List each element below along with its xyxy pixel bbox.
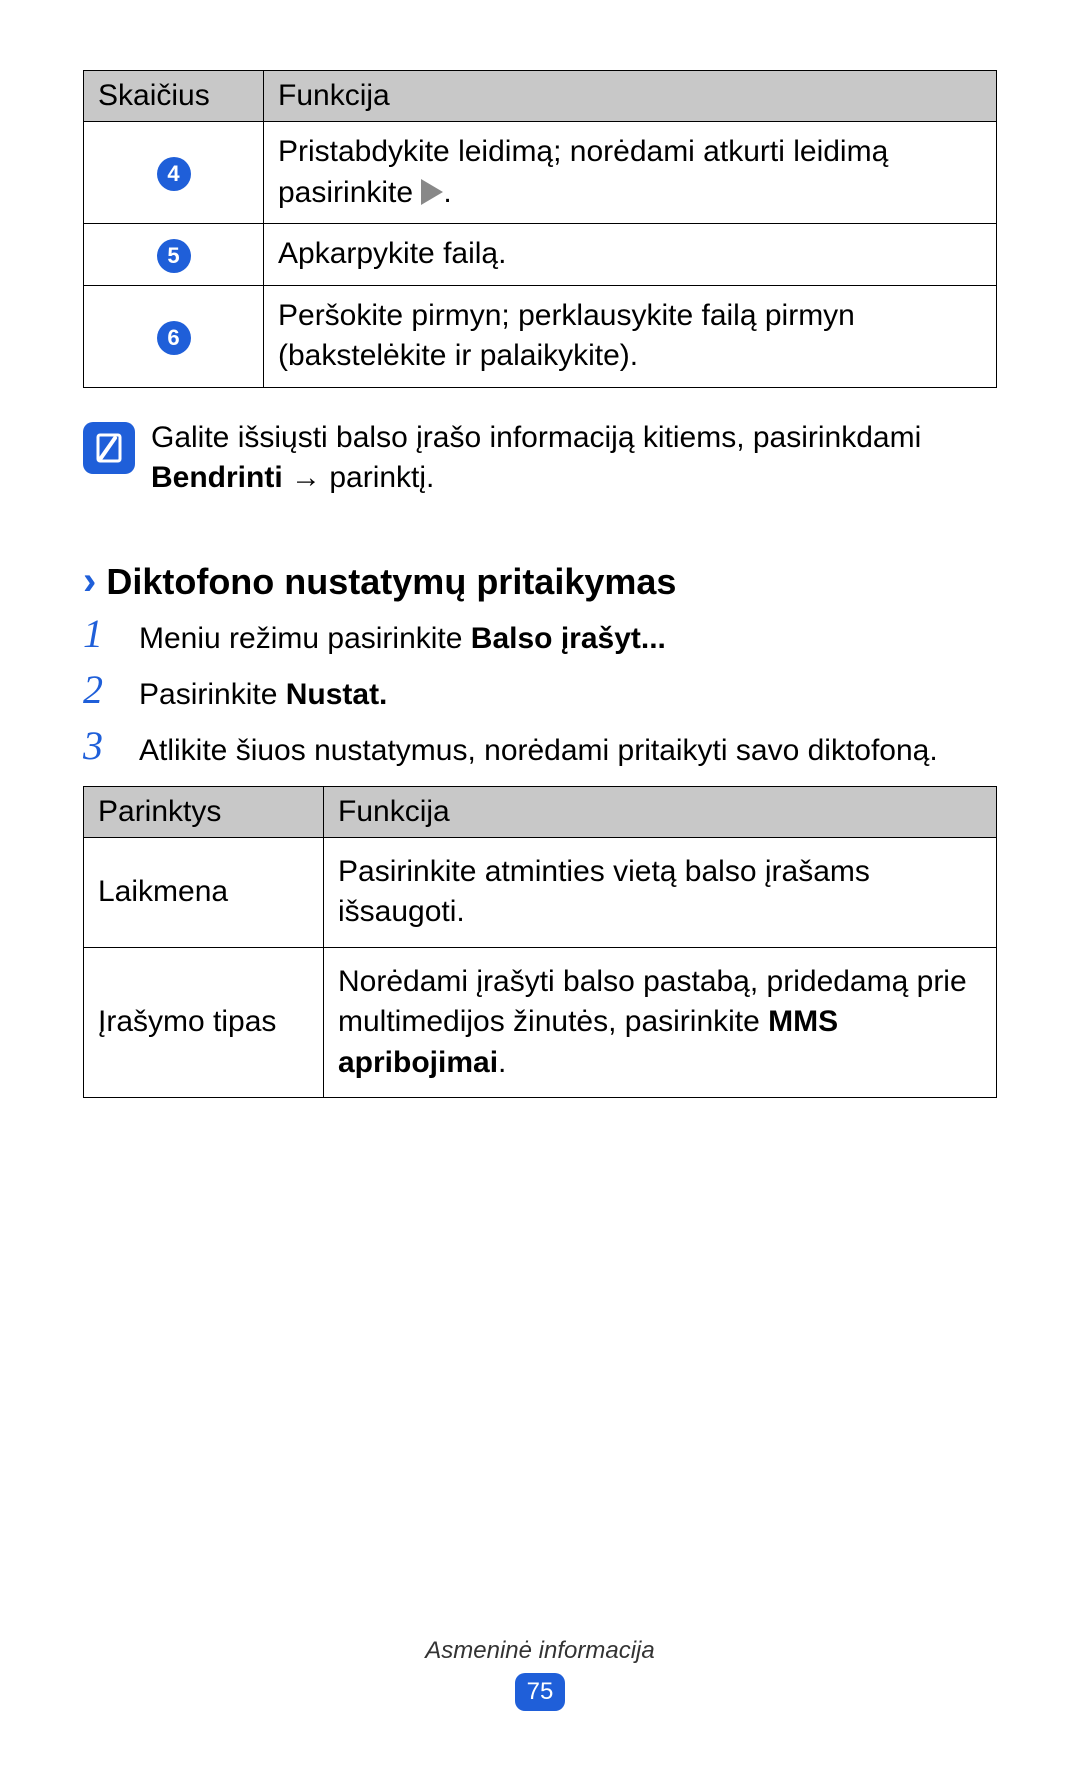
step-text: Pasirinkite Nustat.: [139, 670, 997, 716]
step-number: 3: [83, 726, 139, 772]
step-pre: Pasirinkite: [139, 678, 286, 711]
note-icon: [83, 422, 135, 474]
table-row: 4 Pristabdykite leidimą; norėdami atkurt…: [84, 122, 997, 224]
option-name: Laikmena: [84, 837, 324, 947]
table-row: 6 Peršokite pirmyn; perklausykite failą …: [84, 285, 997, 387]
step-text: Atlikite šiuos nustatymus, norėdami prit…: [139, 726, 997, 772]
option-desc-pre: Norėdami įrašyti balso pastabą, pridedam…: [338, 965, 967, 1039]
option-desc: Pasirinkite atminties vietą balso įrašam…: [324, 837, 997, 947]
chevron-right-icon: ›: [83, 559, 96, 604]
page-footer: Asmeninė informacija 75: [0, 1637, 1080, 1711]
heading-text: Diktofono nustatymų pritaikymas: [106, 561, 676, 603]
option-name: Įrašymo tipas: [84, 947, 324, 1098]
table-row: Įrašymo tipas Norėdami įrašyti balso pas…: [84, 947, 997, 1098]
step-number: 1: [83, 614, 139, 660]
number-badge-6: 6: [157, 321, 191, 355]
section-heading: › Diktofono nustatymų pritaikymas: [83, 559, 997, 604]
number-badge-4: 4: [157, 157, 191, 191]
step-pre: Atlikite šiuos nustatymus, norėdami prit…: [139, 734, 938, 767]
table2-header-function: Funkcija: [324, 786, 997, 837]
table1-header-number: Skaičius: [84, 71, 264, 122]
option-desc-post: .: [498, 1046, 506, 1079]
steps-list: 1 Meniu režimu pasirinkite Balso įrašyt.…: [83, 614, 997, 772]
number-badge-5: 5: [157, 239, 191, 273]
options-table: Parinktys Funkcija Laikmena Pasirinkite …: [83, 786, 997, 1099]
table2-header-option: Parinktys: [84, 786, 324, 837]
table-row: Laikmena Pasirinkite atminties vietą bal…: [84, 837, 997, 947]
step-bold: Balso įrašyt...: [471, 622, 666, 655]
play-icon: [421, 179, 443, 205]
note-pre: Galite išsiųsti balso įrašo informaciją …: [151, 421, 921, 454]
step-pre: Meniu režimu pasirinkite: [139, 622, 471, 655]
note-post: parinktį.: [329, 461, 434, 494]
step-bold: Nustat.: [286, 678, 388, 711]
note-bold: Bendrinti: [151, 461, 283, 494]
step-text: Meniu režimu pasirinkite Balso įrašyt...: [139, 614, 997, 660]
list-item: 1 Meniu režimu pasirinkite Balso įrašyt.…: [83, 614, 997, 660]
table1-header-function: Funkcija: [264, 71, 997, 122]
step-number: 2: [83, 670, 139, 716]
function-text: Pristabdykite leidimą; norėdami atkurti …: [278, 135, 888, 209]
function-cell: Apkarpykite failą.: [264, 224, 997, 286]
note-arrow: →: [283, 461, 330, 494]
page-number-badge: 75: [515, 1673, 565, 1711]
list-item: 2 Pasirinkite Nustat.: [83, 670, 997, 716]
note-block: Galite išsiųsti balso įrašo informaciją …: [83, 418, 997, 499]
table-row: 5 Apkarpykite failą.: [84, 224, 997, 286]
footer-section-label: Asmeninė informacija: [0, 1637, 1080, 1665]
note-text: Galite išsiųsti balso įrašo informaciją …: [145, 418, 997, 499]
function-cell: Pristabdykite leidimą; norėdami atkurti …: [264, 122, 997, 224]
function-cell: Peršokite pirmyn; perklausykite failą pi…: [264, 285, 997, 387]
functions-table: Skaičius Funkcija 4 Pristabdykite leidim…: [83, 70, 997, 388]
list-item: 3 Atlikite šiuos nustatymus, norėdami pr…: [83, 726, 997, 772]
function-text-suffix: .: [443, 176, 451, 209]
option-desc: Norėdami įrašyti balso pastabą, pridedam…: [324, 947, 997, 1098]
